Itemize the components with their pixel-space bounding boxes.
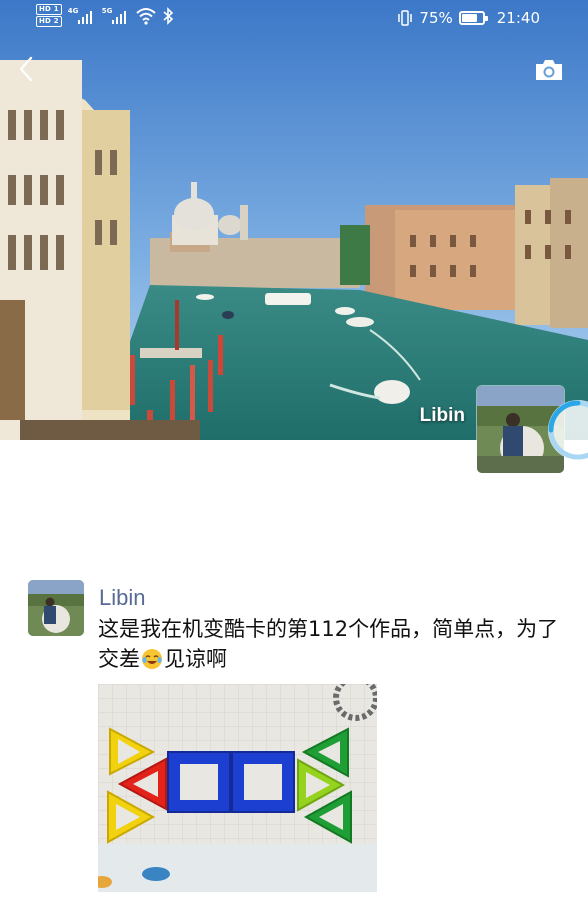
sim2-hd-tag: HD 2 bbox=[36, 16, 62, 27]
laughing-tears-emoji-icon bbox=[142, 649, 162, 669]
vibrate-icon bbox=[398, 10, 413, 26]
battery-level bbox=[461, 14, 477, 22]
post-text: 这是我在机变酷卡的第112个作品，简单点，为了交差 见谅啊 bbox=[98, 614, 568, 674]
battery-percent: 75% bbox=[419, 9, 453, 27]
post-moment-button[interactable] bbox=[534, 58, 564, 82]
post-author-name[interactable]: Libin bbox=[99, 585, 145, 611]
signal-icon: 5G bbox=[102, 4, 130, 26]
cover-photo[interactable] bbox=[0, 0, 588, 440]
cover-user-name: Libin bbox=[419, 405, 465, 426]
sim1-hd-tag: HD 1 bbox=[36, 4, 62, 15]
post-photo[interactable] bbox=[98, 684, 377, 892]
sim-tags: HD 1 HD 2 bbox=[36, 4, 62, 27]
back-button[interactable] bbox=[14, 54, 40, 84]
post-text-end: 见谅啊 bbox=[164, 647, 227, 671]
post-author-avatar[interactable] bbox=[28, 580, 84, 636]
wifi-icon bbox=[136, 8, 156, 25]
signal-icon: 4G bbox=[68, 4, 96, 26]
chevron-left-icon bbox=[19, 56, 33, 82]
camera-icon bbox=[536, 60, 562, 80]
battery-icon bbox=[458, 11, 488, 25]
loading-spinner-icon bbox=[548, 400, 588, 460]
status-bar: HD 1 HD 2 4G 5G 75% 21:40 bbox=[0, 0, 588, 38]
clock: 21:40 bbox=[496, 9, 540, 27]
bluetooth-icon bbox=[163, 7, 173, 25]
